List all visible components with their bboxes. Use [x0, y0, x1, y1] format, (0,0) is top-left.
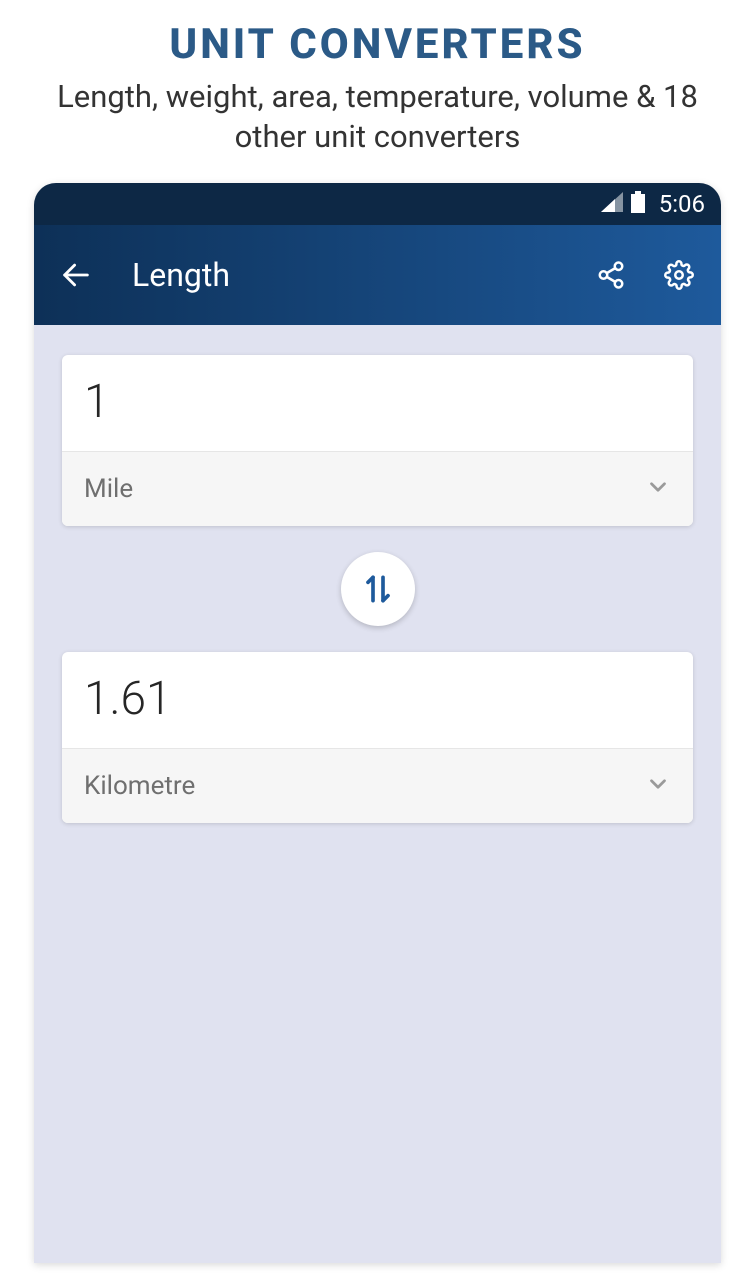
chevron-down-icon — [645, 771, 671, 801]
to-unit-selector[interactable]: Kilometre — [62, 749, 693, 823]
promo-title: UNIT CONVERTERS — [30, 20, 725, 69]
signal-icon — [601, 192, 623, 216]
swap-container — [62, 552, 693, 626]
converter-content: 1 Mile 1.6 — [34, 325, 721, 853]
status-time: 5:06 — [659, 190, 705, 218]
from-unit-label: Mile — [84, 474, 133, 504]
from-value-input[interactable]: 1 — [62, 355, 693, 452]
from-unit-selector[interactable]: Mile — [62, 452, 693, 526]
to-card: 1.61 Kilometre — [62, 652, 693, 823]
promo-header: UNIT CONVERTERS Length, weight, area, te… — [0, 0, 755, 168]
status-bar: 5:06 — [34, 183, 721, 225]
to-unit-label: Kilometre — [84, 771, 195, 801]
settings-button[interactable] — [657, 253, 701, 297]
chevron-down-icon — [645, 474, 671, 504]
swap-button[interactable] — [341, 552, 415, 626]
from-card: 1 Mile — [62, 355, 693, 526]
back-button[interactable] — [54, 253, 98, 297]
battery-icon — [631, 191, 645, 217]
app-bar: Length — [34, 225, 721, 325]
device-frame: 5:06 Length 1 — [34, 183, 721, 1263]
share-button[interactable] — [589, 253, 633, 297]
page-title: Length — [132, 256, 565, 294]
promo-subtitle: Length, weight, area, temperature, volum… — [30, 77, 725, 158]
to-value-display[interactable]: 1.61 — [62, 652, 693, 749]
